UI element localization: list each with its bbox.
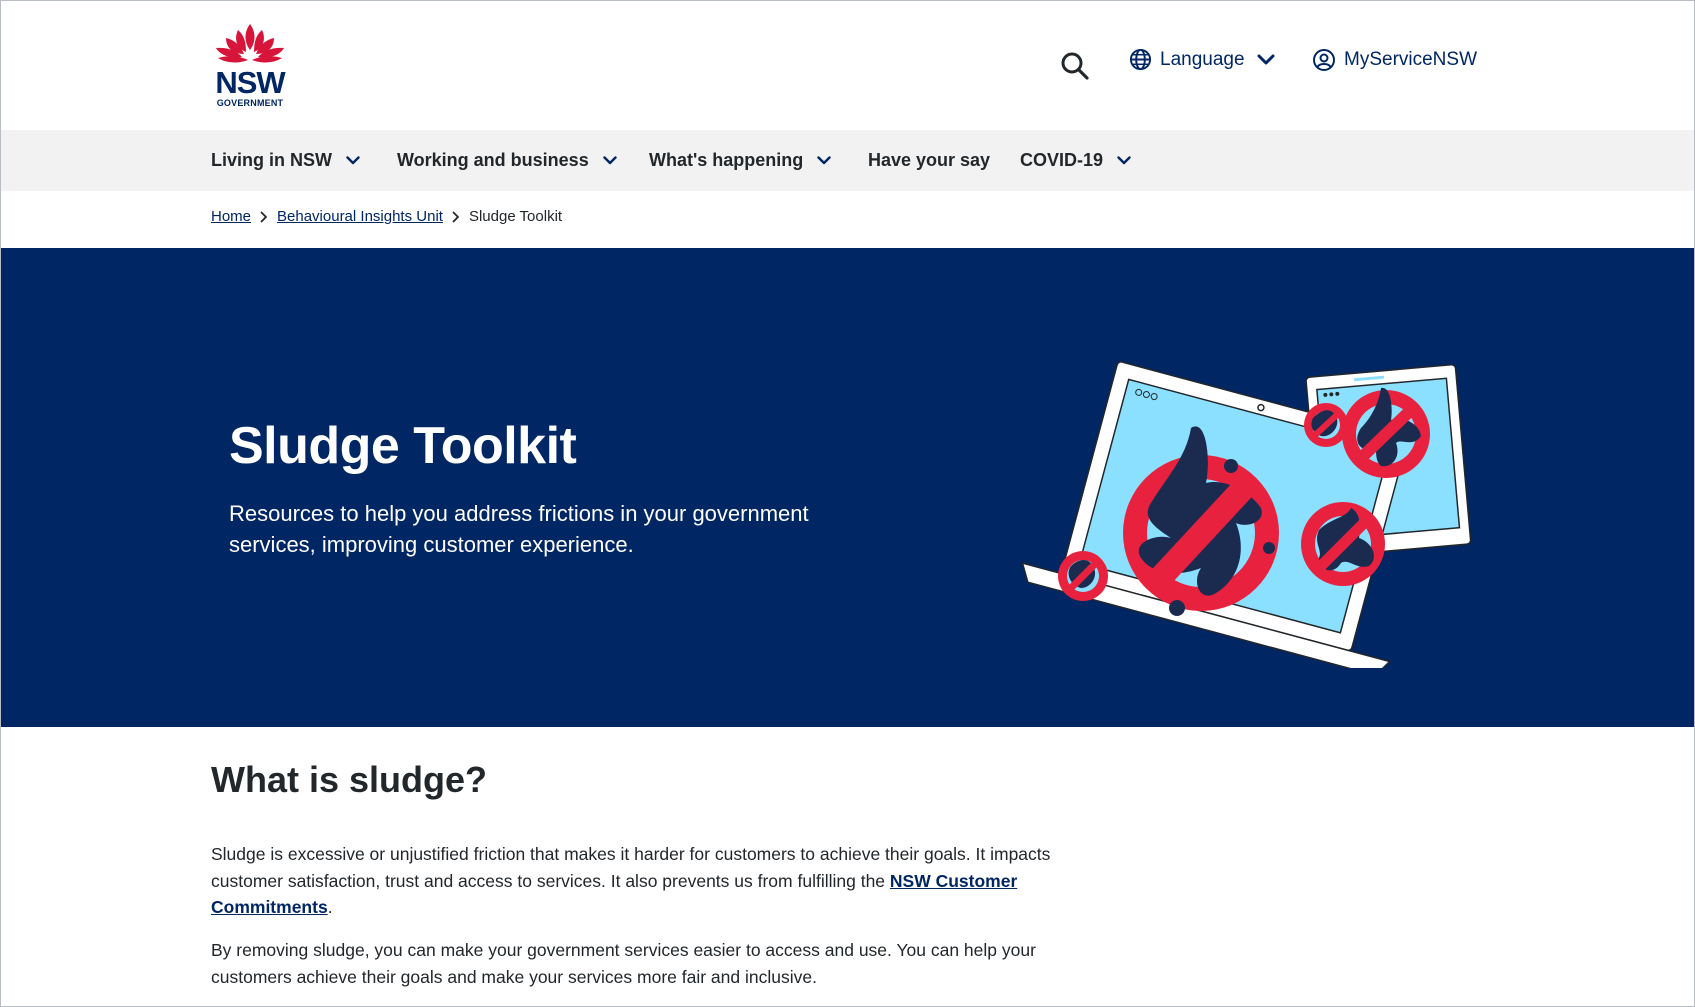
nav-item-have-your-say[interactable]: Have your say [868,130,990,191]
intro-end: . [327,897,333,917]
search-icon [1061,52,1089,80]
nav-item-label: COVID-19 [1020,150,1104,170]
intro-paragraph: Sludge is excessive or unjustified frict… [211,841,1051,921]
chevron-down-icon [817,156,831,165]
nav-item-living-in-nsw[interactable]: Living in NSW [211,130,360,191]
myservicensw-link[interactable]: MyServiceNSW [1312,48,1477,72]
chevron-down-icon [603,156,617,165]
nav-item-label: What's happening [649,150,804,170]
nav-item-whats-happening[interactable]: What's happening [649,130,831,191]
language-label: Language [1160,48,1245,70]
benefits-paragraph: By removing sludge, you can make your go… [211,940,1036,987]
breadcrumb: Home Behavioural Insights Unit Sludge To… [211,208,562,225]
page-title: Sludge Toolkit [229,417,577,475]
hero-subtitle: Resources to help you address frictions … [229,501,809,557]
chevron-down-icon [346,156,360,165]
hero-banner: Sludge Toolkit Resources to help you add… [1,248,1694,727]
breadcrumb-bi-unit-link[interactable]: Behavioural Insights Unit [277,208,443,225]
chevron-right-icon [452,211,460,223]
nav-item-label: Working and business [397,150,589,170]
logo-subtext: GOVERNMENT [216,98,284,108]
nsw-government-logo[interactable]: NSW GOVERNMENT [210,22,290,108]
search-button[interactable] [1057,48,1093,84]
nav-item-working-and-business[interactable]: Working and business [397,130,617,191]
waratah-icon [216,24,284,63]
section-heading: What is sludge? [211,759,488,800]
language-selector[interactable]: Language [1129,48,1275,71]
nav-item-covid-19[interactable]: COVID-19 [1020,130,1131,191]
main-content: What is sludge? Sludge is excessive or u… [211,759,1051,987]
chevron-down-icon [1257,54,1275,64]
logo-wordmark: NSW [215,65,285,100]
sludge-illustration [1021,361,1472,668]
nav-item-label: Living in NSW [211,150,332,170]
site-header: NSW GOVERNMENT Language MyServiceNSW [1,1,1694,130]
breadcrumb-current: Sludge Toolkit [468,208,563,225]
main-navigation: Living in NSW Working and business What'… [1,130,1694,191]
account-label: MyServiceNSW [1344,49,1478,70]
page: NSW GOVERNMENT Language MyServiceNSW Liv… [0,0,1695,1007]
globe-icon [1129,48,1152,71]
breadcrumb-home-link[interactable]: Home [211,208,251,225]
chevron-right-icon [260,211,268,223]
user-circle-icon [1313,49,1335,71]
chevron-down-icon [1117,156,1131,165]
nav-item-label: Have your say [868,150,991,170]
